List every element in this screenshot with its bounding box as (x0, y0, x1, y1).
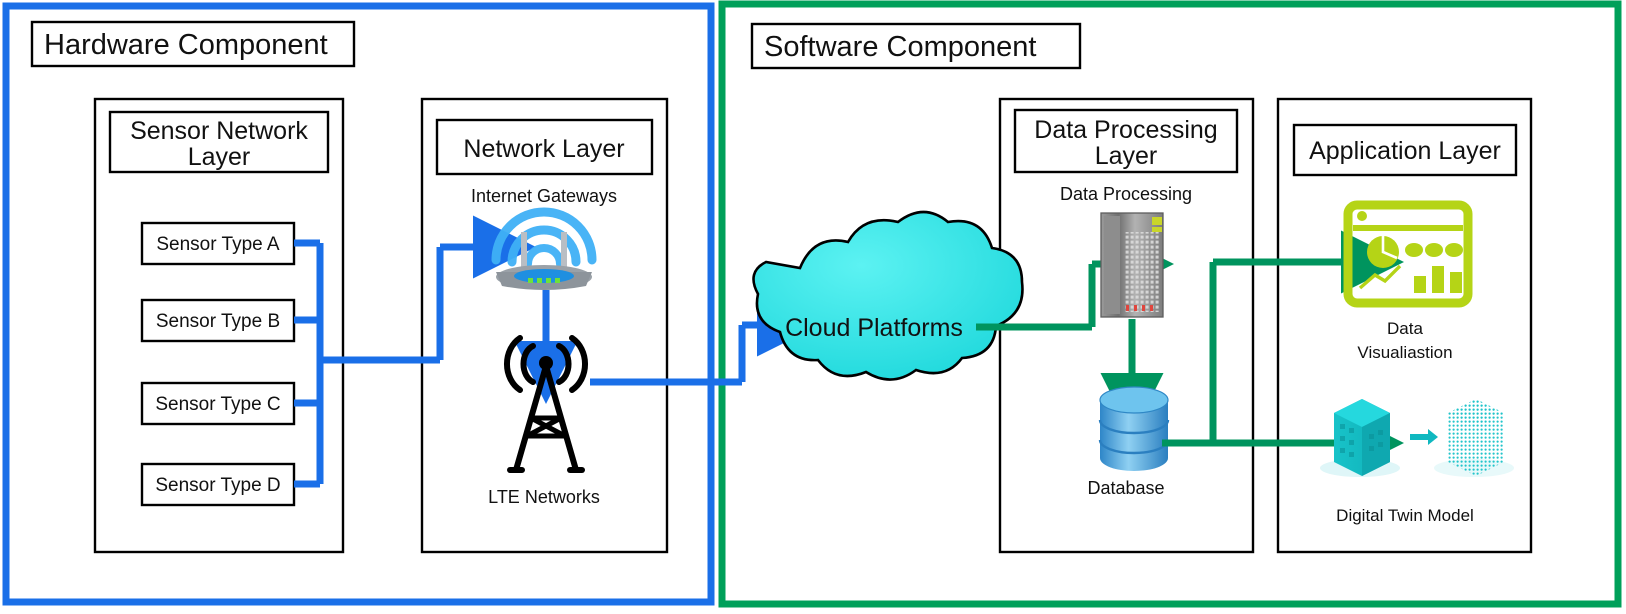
sensor-label-a: Sensor Type A (156, 234, 280, 255)
database-label: Database (1087, 478, 1164, 498)
sensor-label-b: Sensor Type B (156, 311, 280, 332)
panel-software-label: Software Component (764, 31, 1036, 63)
data-processing-label: Data Processing (1060, 184, 1192, 204)
database-cylinder-icon[interactable] (1098, 386, 1170, 471)
server-rack-icon (1100, 212, 1164, 318)
layer-label-data-processing-line2: Layer (1095, 142, 1158, 170)
layer-label-application: Application Layer (1309, 137, 1501, 165)
sensor-label-c: Sensor Type C (155, 394, 280, 415)
cloud-platforms-label: Cloud Platforms (785, 314, 963, 342)
data-visualisation-label-line1: Data (1387, 319, 1423, 338)
layer-label-sensor-network-line1: Sensor Network (130, 117, 308, 145)
internet-gateways-label: Internet Gateways (471, 186, 617, 206)
sensor-label-d: Sensor Type D (155, 475, 280, 496)
layer-label-network: Network Layer (463, 135, 624, 163)
data-visualisation-label-line2: Visualiastion (1357, 343, 1452, 362)
architecture-diagram: Hardware Component Software Component Se… (0, 0, 1626, 614)
panel-hardware-label: Hardware Component (44, 29, 328, 61)
layer-label-sensor-network-line2: Layer (188, 143, 251, 171)
panel-hardware (2, 2, 715, 606)
digital-twin-model-label: Digital Twin Model (1336, 506, 1474, 525)
lte-networks-label: LTE Networks (488, 487, 600, 507)
layer-label-data-processing-line1: Data Processing (1034, 116, 1217, 144)
